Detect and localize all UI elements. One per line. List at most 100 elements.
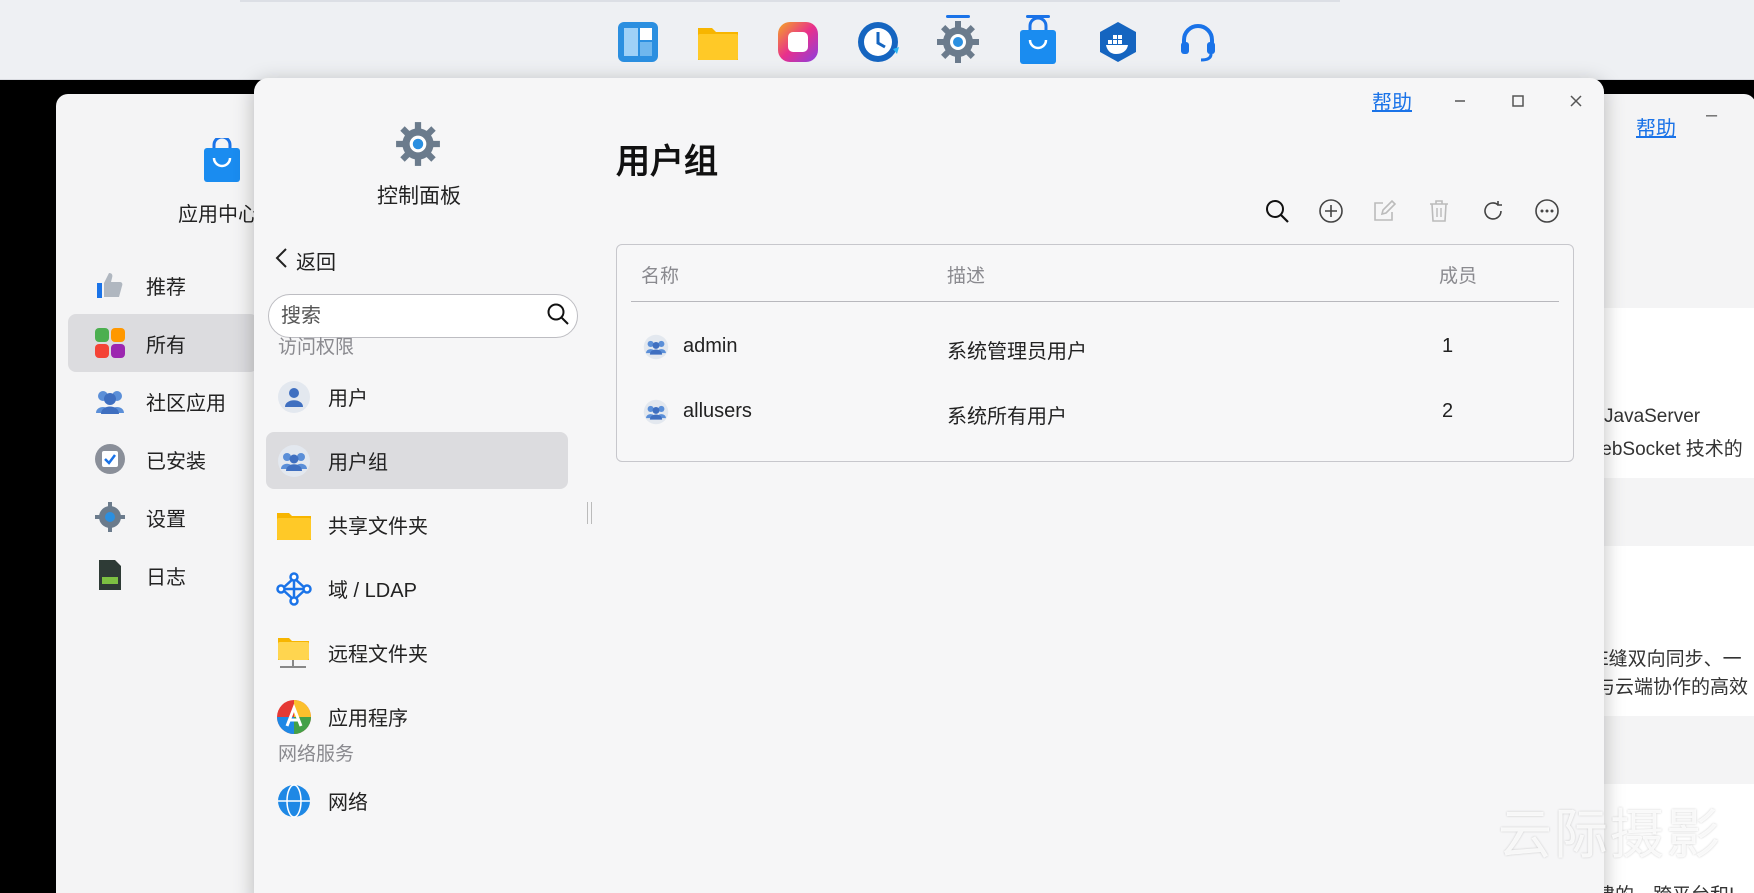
sidebar-item-label: 用户: [328, 388, 368, 410]
remote-folder-icon: [276, 635, 312, 671]
minimize-button[interactable]: [1450, 91, 1470, 111]
app-description: 与云端协作的高效: [1596, 677, 1749, 698]
sidebar-item-label: 远程文件夹: [328, 644, 428, 666]
group-description: 系统所有用户: [947, 406, 1067, 428]
control-panel-sidebar-network: 网络: [266, 772, 568, 836]
section-label-access: 访问权限: [278, 337, 355, 358]
user-group-icon: [643, 399, 669, 425]
app-center-logo-icon: [202, 135, 242, 189]
sidebar-item-all[interactable]: 所有: [68, 314, 258, 372]
control-panel-gear-icon: [394, 120, 442, 173]
backup-clock-icon[interactable]: [852, 16, 904, 68]
app-description: E缝双向同步、一: [1596, 649, 1742, 670]
column-header-description[interactable]: 描述: [947, 261, 985, 288]
installed-icon: [92, 441, 128, 477]
sidebar-item-label: 日志: [146, 566, 186, 589]
maximize-button[interactable]: [1508, 91, 1528, 111]
sidebar-item-log[interactable]: 日志: [68, 546, 258, 604]
table-row[interactable]: admin 系统管理员用户 1: [617, 317, 1573, 377]
sidebar-item-user-group[interactable]: 用户组: [266, 432, 568, 489]
control-panel-title: 控制面板: [377, 185, 461, 208]
help-link[interactable]: 帮助: [1372, 86, 1412, 115]
window-controls: 帮助: [1372, 86, 1586, 115]
sidebar-item-remote-folder[interactable]: 远程文件夹: [266, 624, 568, 681]
search-input[interactable]: [281, 304, 546, 328]
settings-gear-icon: [92, 499, 128, 535]
group-description: 系统管理员用户: [947, 341, 1087, 363]
network-globe-icon: [276, 783, 312, 819]
shared-folder-icon: [276, 507, 312, 543]
sidebar-item-community[interactable]: 社区应用: [68, 372, 258, 430]
watermark: 云际摄影: [1498, 803, 1722, 866]
sidebar-item-label: 推荐: [146, 276, 186, 299]
sidebar-resize-handle[interactable]: [587, 502, 592, 524]
photos-icon[interactable]: [772, 16, 824, 68]
thumbs-up-icon: [92, 267, 128, 303]
support-headset-icon[interactable]: [1172, 16, 1224, 68]
control-panel-sidebar: 用户 用户组 共享文件夹 域 / LDAP 远程文件夹 应用程序: [266, 368, 568, 752]
control-panel-gear-icon[interactable]: [932, 15, 984, 68]
search-icon[interactable]: [546, 302, 570, 331]
sidebar-item-label: 域 / LDAP: [328, 580, 417, 602]
back-button[interactable]: 返回: [274, 246, 336, 275]
sidebar-item-shared-folder[interactable]: 共享文件夹: [266, 496, 568, 553]
sidebar-item-user[interactable]: 用户: [266, 368, 568, 425]
app-center-bag-icon[interactable]: [1012, 15, 1064, 68]
log-file-icon: [92, 557, 128, 593]
domain-ldap-icon: [276, 571, 312, 607]
top-dock-bar: [0, 0, 1754, 80]
app-launcher-icon[interactable]: [612, 16, 664, 68]
header-divider: [631, 301, 1559, 302]
applications-icon: [276, 699, 312, 735]
user-group-icon: [276, 443, 312, 479]
user-group-table: 名称 描述 成员 admin 系统管理员用户 1 allusers 系统所有用户…: [616, 244, 1574, 462]
page-title: 用户组: [616, 143, 718, 181]
app-center-minimize-button[interactable]: –: [1706, 104, 1717, 127]
search-icon[interactable]: [1262, 196, 1292, 226]
app-center-title: 应用中心: [178, 204, 258, 226]
add-icon[interactable]: [1316, 196, 1346, 226]
sidebar-item-label: 设置: [146, 508, 186, 531]
docker-icon[interactable]: [1092, 16, 1144, 68]
app-center-help-link[interactable]: 帮助: [1636, 112, 1676, 141]
sidebar-item-label: 网络: [328, 792, 368, 814]
edit-icon[interactable]: [1370, 196, 1400, 226]
column-header-members[interactable]: 成员: [1439, 261, 1477, 288]
sidebar-item-installed[interactable]: 已安装: [68, 430, 258, 488]
section-label-network: 网络服务: [278, 744, 355, 765]
group-member-count: 1: [1442, 335, 1454, 357]
sidebar-item-label: 已安装: [146, 450, 206, 473]
app-center-sidebar: 推荐 所有 社区应用 已安装 设置 日志: [68, 256, 258, 604]
sidebar-item-settings[interactable]: 设置: [68, 488, 258, 546]
file-manager-icon[interactable]: [692, 16, 744, 68]
user-group-icon: [643, 334, 669, 360]
sidebar-item-label: 应用程序: [328, 708, 408, 730]
sidebar-item-label: 共享文件夹: [328, 516, 428, 538]
app-description: 建的、跨平台和I: [1596, 880, 1734, 893]
group-name: allusers: [683, 400, 752, 422]
group-member-count: 2: [1442, 400, 1454, 422]
close-button[interactable]: [1566, 91, 1586, 111]
column-header-name[interactable]: 名称: [641, 261, 679, 288]
sidebar-item-label: 用户组: [328, 452, 388, 474]
dock: [612, 15, 1224, 68]
back-label: 返回: [296, 252, 336, 274]
control-panel-window: 帮助 控制面板 返回 访问权限 用户 用户组 共享文件夹 域 / LDAP: [254, 78, 1604, 893]
delete-icon[interactable]: [1424, 196, 1454, 226]
sidebar-item-label: 社区应用: [146, 392, 226, 415]
sidebar-item-domain-ldap[interactable]: 域 / LDAP: [266, 560, 568, 617]
app-description: JavaServer: [1604, 406, 1701, 427]
active-indicator: [1026, 15, 1050, 18]
chevron-left-icon: [274, 247, 288, 275]
more-icon[interactable]: [1532, 196, 1562, 226]
app-description: /ebSocket 技术的: [1596, 439, 1743, 460]
sidebar-item-applications[interactable]: 应用程序: [266, 688, 568, 745]
community-icon: [92, 383, 128, 419]
refresh-icon[interactable]: [1478, 196, 1508, 226]
table-row[interactable]: allusers 系统所有用户 2: [617, 382, 1573, 442]
group-name: admin: [683, 335, 738, 357]
sidebar-item-network[interactable]: 网络: [266, 772, 568, 829]
active-indicator: [946, 15, 970, 18]
browser-strip: [240, 0, 1340, 2]
sidebar-item-recommended[interactable]: 推荐: [68, 256, 258, 314]
